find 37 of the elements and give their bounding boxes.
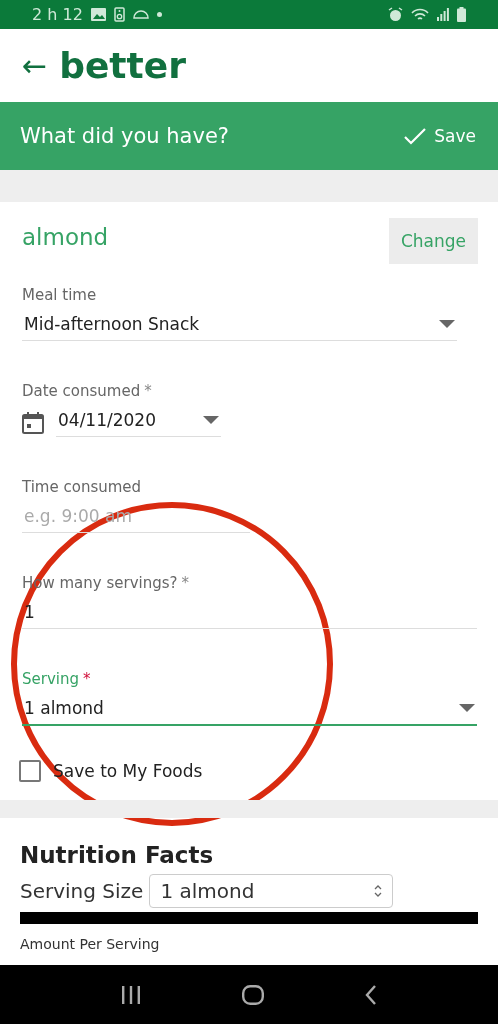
dropdown-caret-icon [459,704,475,712]
image-icon [90,8,106,21]
alarm-icon [388,7,403,22]
required-mark: * [83,670,91,688]
food-name: almond [22,224,109,250]
serving-size-select[interactable]: 1 almond [149,874,394,908]
signal-icon [437,8,449,21]
home-icon[interactable] [242,984,264,1005]
date-field[interactable]: 04/11/2020 [56,408,221,437]
status-time: 2 h 12 [32,5,83,24]
speaker-icon [113,7,125,22]
dropdown-field[interactable]: 1 almond [22,696,477,726]
calendar-icon [22,411,44,434]
required-mark: * [144,382,152,400]
input-field[interactable]: 1 [22,600,477,629]
field-label: Meal time [22,286,97,304]
checkbox[interactable] [19,760,41,782]
wifi-icon [411,7,429,22]
back-button[interactable]: ← [22,48,48,83]
back-icon[interactable] [365,984,378,1005]
battery-icon [457,7,466,22]
check-icon [404,127,427,145]
dropdown-caret-icon [439,320,455,328]
field-label: Serving [22,670,79,688]
nutrition-title: Nutrition Facts [20,842,215,868]
required-mark: * [181,574,189,592]
field-label: Time consumed [22,478,142,496]
app-logo: better [59,45,186,86]
dot-icon [156,12,162,17]
field-label: Date consumed [22,382,141,400]
recent-apps-icon[interactable] [120,985,141,1004]
serving-size-label: Serving Size [20,879,144,903]
dropdown-caret-icon [203,416,219,424]
up-down-chevron-icon [374,884,383,898]
page-title: What did you have? [20,124,230,148]
amount-per-serving-label: Amount Per Serving [20,936,161,952]
dropdown-field[interactable]: Mid-afternoon Snack [22,312,457,341]
